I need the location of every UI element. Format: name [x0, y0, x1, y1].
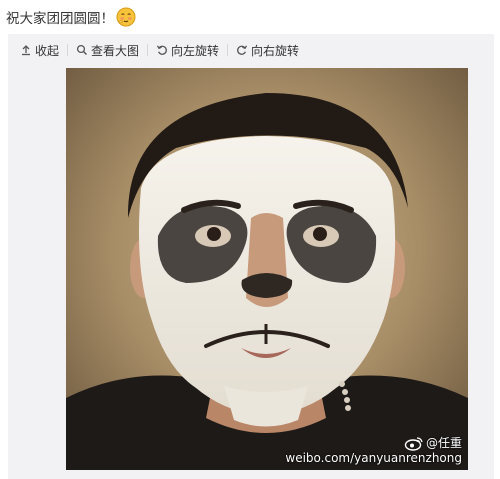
- toolbar-separator: [227, 44, 229, 56]
- watermark-top: @任重: [404, 435, 462, 451]
- arrow-up-collapse-icon: [20, 44, 32, 56]
- panda-mask-selfie-image: [66, 68, 468, 470]
- collapse-button[interactable]: 收起: [20, 42, 59, 59]
- shy-face-emoji-icon: [116, 7, 136, 27]
- view-large-label: 查看大图: [91, 43, 140, 58]
- magnifier-icon: [76, 44, 88, 56]
- rotate-left-icon: [156, 44, 168, 56]
- view-large-button[interactable]: 查看大图: [76, 42, 139, 59]
- weibo-logo-icon: [404, 435, 424, 451]
- collapse-label: 收起: [35, 43, 60, 58]
- media-panel: 收起 查看大图 向左旋转 向右旋转 @任重 weibo.com/yanyuanr…: [8, 34, 494, 479]
- post-text: 祝大家团团圆圆！: [6, 11, 114, 27]
- photo-watermark: @任重 weibo.com/yanyuanrenzhong: [285, 435, 462, 465]
- toolbar-separator: [147, 44, 149, 56]
- rotate-left-label: 向左旋转: [171, 43, 220, 58]
- post-photo[interactable]: @任重 weibo.com/yanyuanrenzhong: [66, 68, 468, 470]
- rotate-right-label: 向右旋转: [251, 43, 300, 58]
- rotate-right-icon: [236, 44, 248, 56]
- image-toolbar: 收起 查看大图 向左旋转 向右旋转: [8, 34, 494, 66]
- rotate-left-button[interactable]: 向左旋转: [156, 42, 219, 59]
- rotate-right-button[interactable]: 向右旋转: [236, 42, 299, 59]
- toolbar-separator: [67, 44, 69, 56]
- watermark-handle: @任重: [425, 436, 462, 450]
- post-text-line: 祝大家团团圆圆！: [6, 6, 136, 28]
- watermark-url: weibo.com/yanyuanrenzhong: [285, 451, 462, 465]
